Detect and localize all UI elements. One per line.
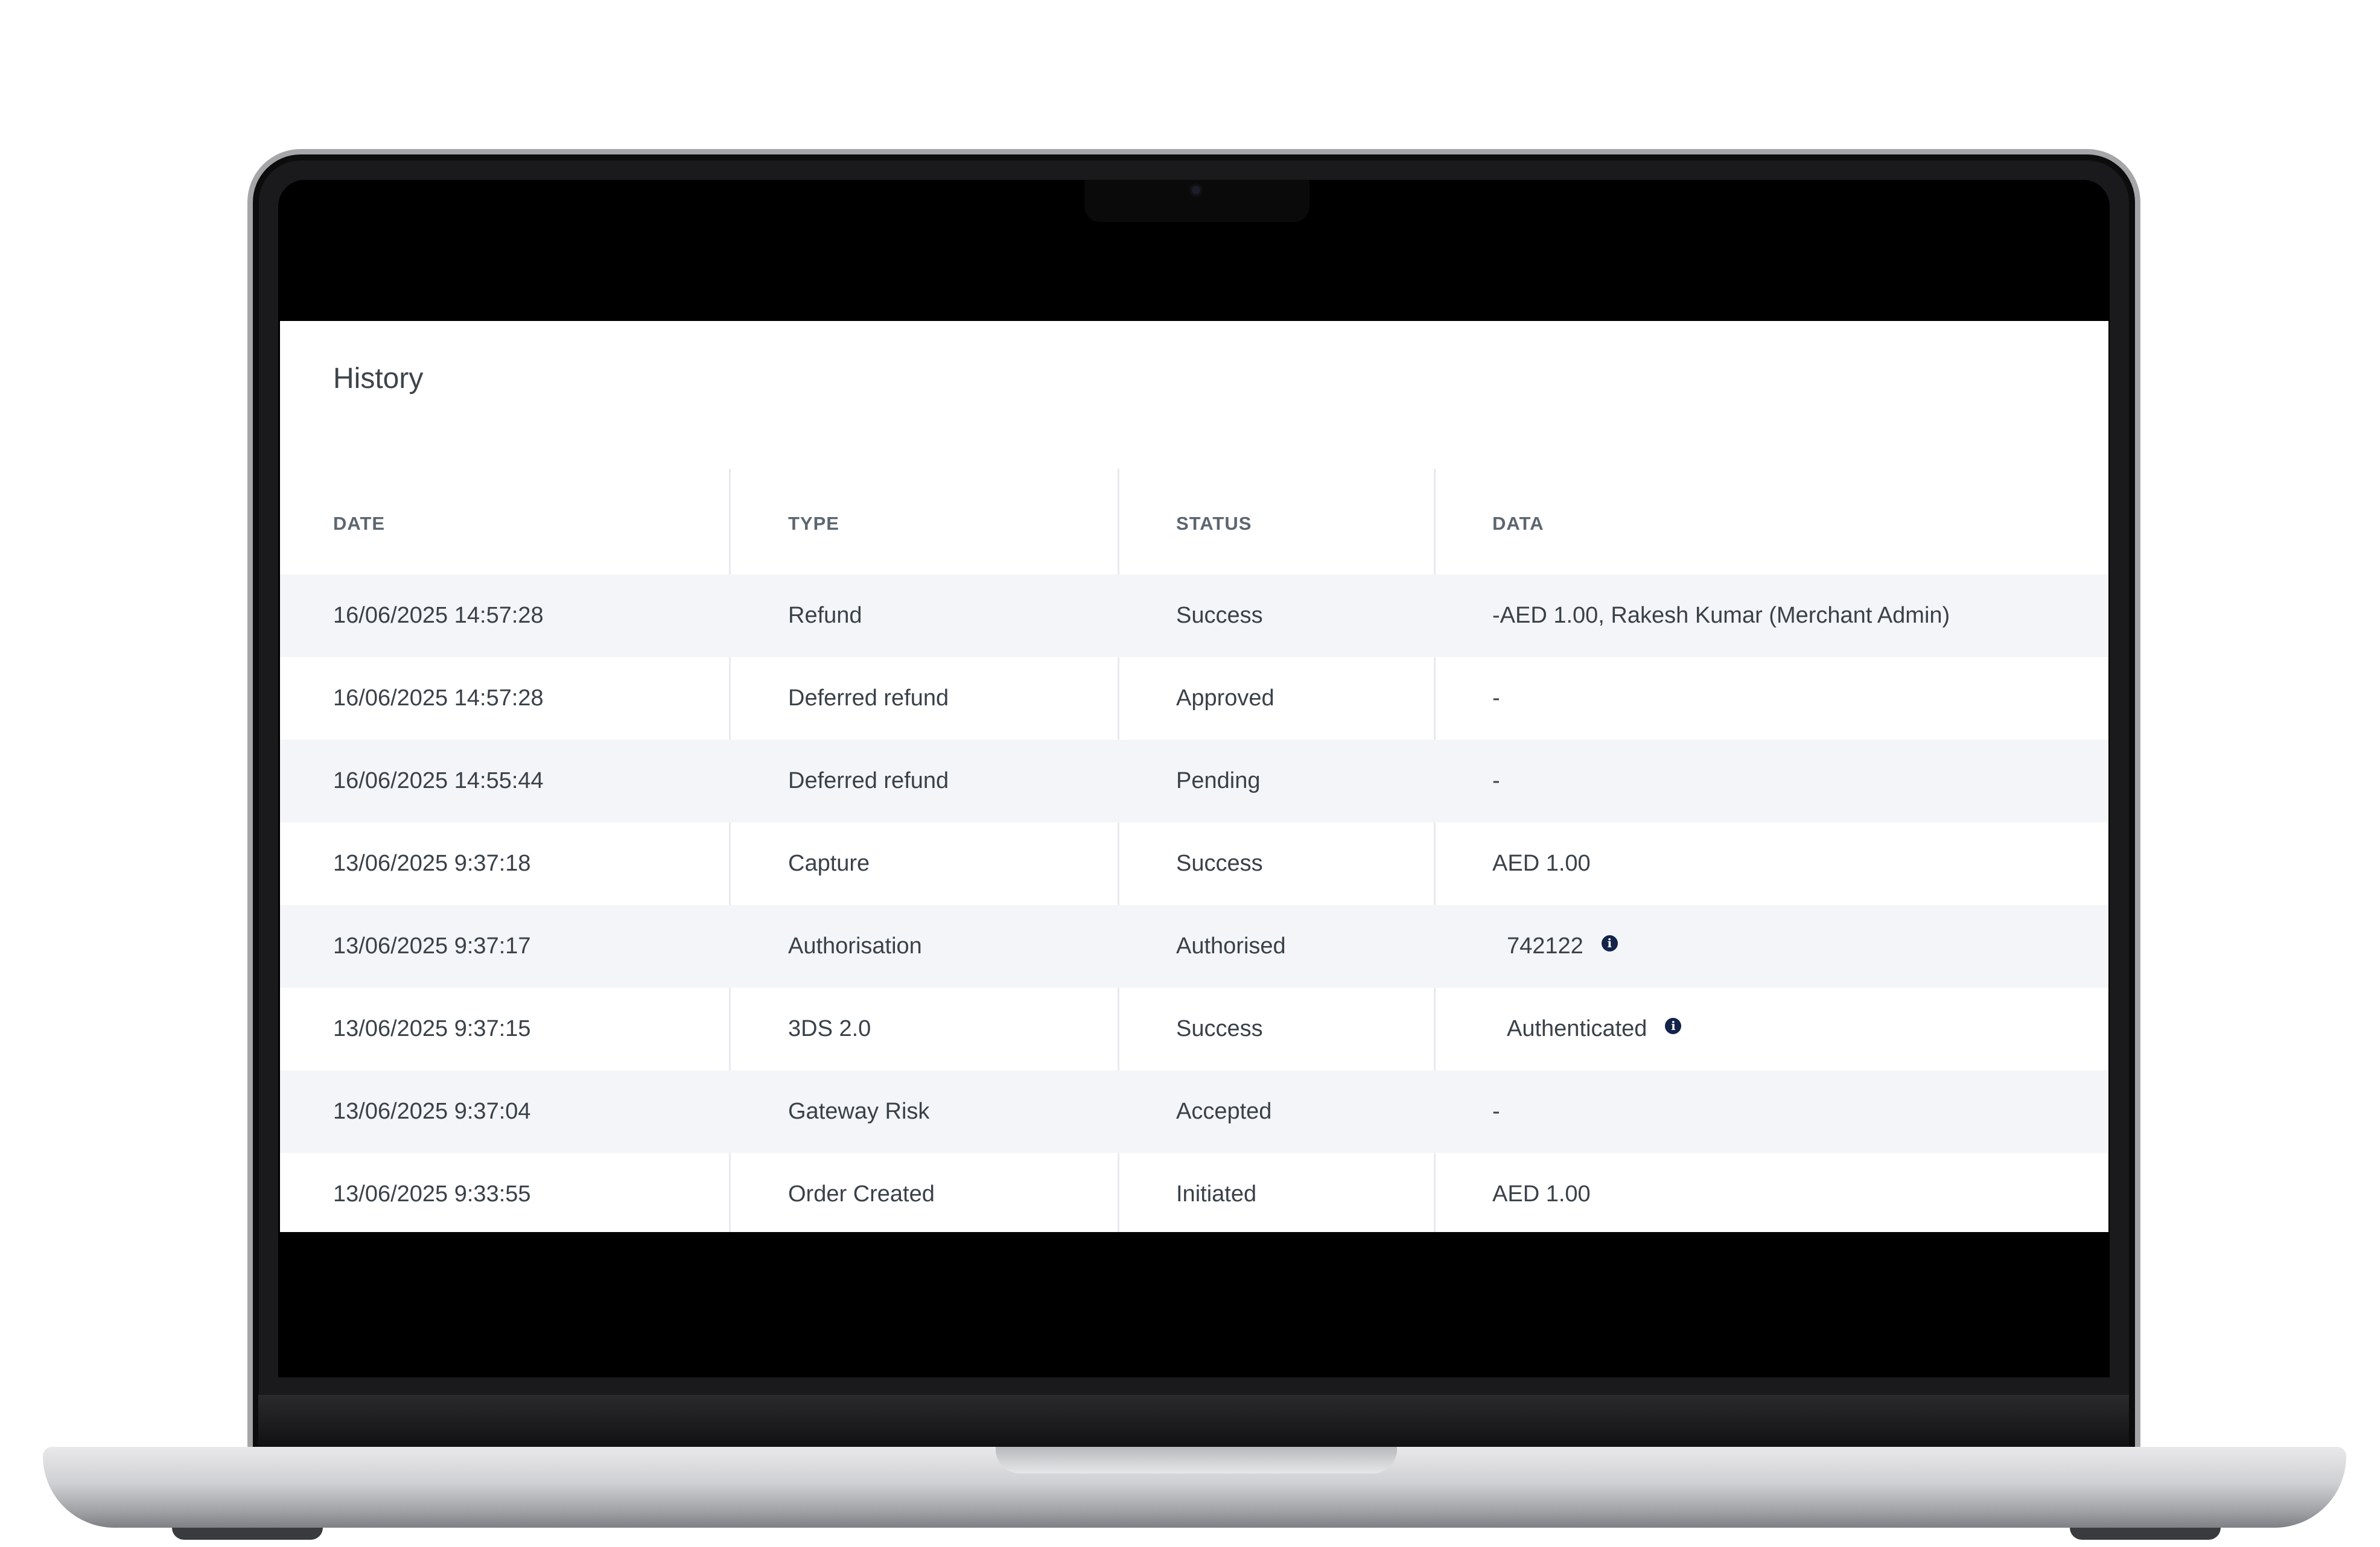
cell-status: Approved <box>1176 685 1274 711</box>
history-panel: History DATE TYPE STATUS DATA 16/06/2025… <box>280 321 2108 1232</box>
page-title: History <box>333 363 424 395</box>
laptop-opening-notch <box>996 1447 1397 1473</box>
cell-data: 742122 i <box>1507 905 1618 988</box>
cell-date: 13/06/2025 9:37:15 <box>333 1016 531 1041</box>
cell-type: Gateway Risk <box>788 1099 930 1124</box>
cell-type: Deferred refund <box>788 685 949 711</box>
camera-icon <box>1189 183 1203 197</box>
cell-data: -AED 1.00, Rakesh Kumar (Merchant Admin) <box>1492 603 1950 628</box>
cell-date: 13/06/2025 9:37:18 <box>333 851 531 876</box>
table-row[interactable]: 16/06/2025 14:55:44 Deferred refund Pend… <box>280 740 2108 822</box>
column-header-status[interactable]: STATUS <box>1176 513 1252 535</box>
laptop-foot-left <box>172 1528 323 1540</box>
cell-date: 13/06/2025 9:33:55 <box>333 1181 531 1207</box>
cell-type: Deferred refund <box>788 768 949 793</box>
laptop-hinge <box>258 1395 2129 1448</box>
table-row[interactable]: 16/06/2025 14:57:28 Deferred refund Appr… <box>280 657 2108 740</box>
cell-date: 16/06/2025 14:55:44 <box>333 768 544 793</box>
cell-status: Accepted <box>1176 1099 1272 1124</box>
table-row[interactable]: 13/06/2025 9:37:04 Gateway Risk Accepted… <box>280 1070 2108 1153</box>
cell-status: Success <box>1176 603 1263 628</box>
cell-data-text: 742122 <box>1507 933 1583 959</box>
column-header-type[interactable]: TYPE <box>788 513 839 535</box>
cell-date: 16/06/2025 14:57:28 <box>333 603 544 628</box>
table-row[interactable]: 13/06/2025 9:37:15 3DS 2.0 Success Authe… <box>280 988 2108 1070</box>
cell-data: AED 1.00 <box>1492 851 1591 876</box>
cell-data: - <box>1492 1099 1500 1124</box>
cell-status: Success <box>1176 851 1263 876</box>
cell-date: 16/06/2025 14:57:28 <box>333 685 544 711</box>
info-icon[interactable]: i <box>1665 1018 1682 1035</box>
laptop-foot-right <box>2070 1528 2221 1540</box>
column-header-date[interactable]: DATE <box>333 513 385 535</box>
cell-status: Success <box>1176 1016 1263 1041</box>
cell-status: Authorised <box>1176 933 1286 959</box>
cell-status: Initiated <box>1176 1181 1257 1207</box>
cell-status: Pending <box>1176 768 1261 793</box>
info-icon[interactable]: i <box>1601 935 1618 952</box>
cell-date: 13/06/2025 9:37:04 <box>333 1099 531 1124</box>
cell-type: 3DS 2.0 <box>788 1016 871 1041</box>
cell-data: AED 1.00 <box>1492 1181 1591 1207</box>
table-row[interactable]: 16/06/2025 14:57:28 Refund Success -AED … <box>280 574 2108 657</box>
cell-type: Order Created <box>788 1181 935 1207</box>
table-row[interactable]: 13/06/2025 9:37:17 Authorisation Authori… <box>280 905 2108 988</box>
column-header-data[interactable]: DATA <box>1492 513 1544 535</box>
cell-type: Authorisation <box>788 933 922 959</box>
cell-type: Capture <box>788 851 870 876</box>
table-row[interactable]: 13/06/2025 9:37:18 Capture Success AED 1… <box>280 822 2108 905</box>
cell-type: Refund <box>788 603 862 628</box>
cell-date: 13/06/2025 9:37:17 <box>333 933 531 959</box>
cell-data: - <box>1492 768 1500 793</box>
cell-data: Authenticated i <box>1507 988 1682 1070</box>
table-row[interactable]: 13/06/2025 9:33:55 Order Created Initiat… <box>280 1153 2108 1232</box>
cell-data: - <box>1492 685 1500 711</box>
cell-data-text: Authenticated <box>1507 1016 1647 1041</box>
